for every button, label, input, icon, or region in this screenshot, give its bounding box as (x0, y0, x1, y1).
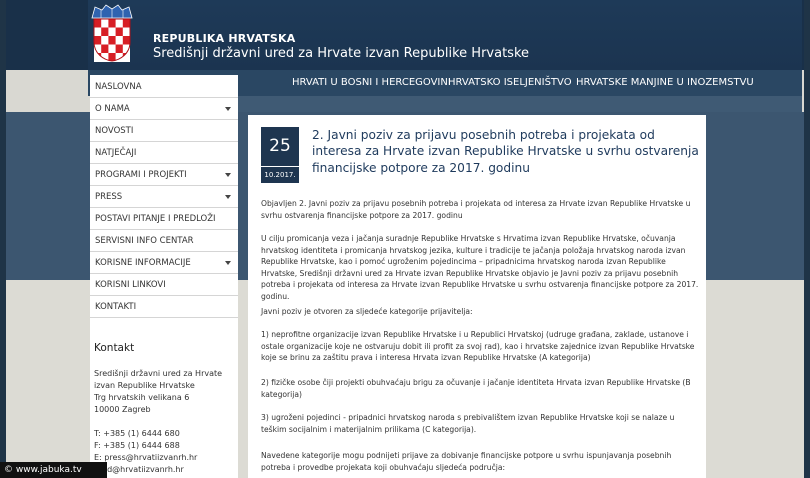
window-frame-right (804, 0, 810, 478)
caret-down-icon (225, 107, 231, 111)
sidebar-item-korisne-informacije[interactable]: KORISNE INFORMACIJE (90, 252, 238, 274)
contact-line: Trg hrvatskih velikana 6 (94, 393, 190, 402)
caret-down-icon (225, 173, 231, 177)
article-paragraph: U cilju promicanja veza i jačanja suradn… (261, 234, 699, 301)
date-day: 25 (261, 127, 299, 166)
sidebar-item-label: SERVISNI INFO CENTAR (95, 236, 194, 246)
site-title: REPUBLIKA HRVATSKA (153, 32, 296, 45)
date-month-year: 10.2017. (261, 167, 299, 183)
article-paragraph: Javni poziv je otvoren za sljedeće kateg… (261, 307, 473, 316)
sidebar-item-programi[interactable]: PROGRAMI I PROJEKTI (90, 164, 238, 186)
sidebar-item-press[interactable]: PRESS (90, 186, 238, 208)
article-paragraph: 2) fizičke osobe čiji projekti obuhvaćaj… (261, 378, 691, 399)
sidebar-item-label: PRESS (95, 192, 123, 202)
checkerboard-shield-icon (93, 18, 131, 62)
nav-item-iseljenistvo[interactable]: HRVATSKO ISELJENIŠTVO (448, 77, 572, 88)
contact-phone: T: +385 (1) 6444 680 (94, 429, 180, 438)
sidebar-item-label: POSTAVI PITANJE I PREDLOŽI (95, 214, 216, 224)
sidebar-item-label: NOVOSTI (95, 126, 134, 136)
sidebar-item-servisni-info[interactable]: SERVISNI INFO CENTAR (90, 230, 238, 252)
croatian-coat-of-arms-logo[interactable] (90, 4, 134, 62)
contact-line: Središnji državni ured za Hrvate (94, 369, 223, 378)
sidebar-item-label: O NAMA (95, 104, 130, 114)
sidebar-item-label: KONTAKTI (95, 302, 137, 312)
sidebar-menu: NASLOVNA O NAMA NOVOSTI NATJEČAJI PROGRA… (90, 75, 238, 478)
sidebar-item-postavi-pitanje[interactable]: POSTAVI PITANJE I PREDLOŽI (90, 208, 238, 230)
window-frame-left (0, 0, 6, 478)
sidebar-item-o-nama[interactable]: O NAMA (90, 98, 238, 120)
sidebar-item-naslovna[interactable]: NASLOVNA (90, 76, 238, 98)
article-paragraph: 3) ugroženi pojedinci - pripadnici hrvat… (261, 413, 675, 434)
article-paragraph: 1) neprofitne organizacije izvan Republi… (261, 330, 695, 363)
caret-down-icon (225, 195, 231, 199)
sidebar-item-kontakti[interactable]: KONTAKTI (90, 296, 238, 318)
nav-item-bih[interactable]: HRVATI U BOSNI I HERCEGOVINI (292, 77, 451, 88)
sidebar-item-label: NATJEČAJI (95, 148, 137, 158)
sidebar-item-natjecaji[interactable]: NATJEČAJI (90, 142, 238, 164)
sidebar-item-novosti[interactable]: NOVOSTI (90, 120, 238, 142)
sidebar-item-korisni-linkovi[interactable]: KORISNI LINKOVI (90, 274, 238, 296)
contact-heading: Kontakt (94, 342, 135, 354)
crown-icon (91, 4, 133, 19)
sidebar-item-label: KORISNE INFORMACIJE (95, 258, 191, 268)
sidebar-item-label: KORISNI LINKOVI (95, 280, 166, 290)
article-title: 2. Javni poziv za prijavu posebnih potre… (312, 128, 699, 175)
date-badge: 25 10.2017. (261, 127, 299, 183)
article-paragraph: Navedene kategorije mogu podnijeti prija… (261, 451, 672, 472)
contact-line: izvan Republike Hrvatske (94, 381, 195, 390)
nav-item-manjine[interactable]: HRVATSKE MANJINE U INOZEMSTVU (576, 77, 754, 88)
contact-fax: F: +385 (1) 6444 688 (94, 441, 180, 450)
sidebar-item-label: PROGRAMI I PROJEKTI (95, 170, 187, 180)
sidebar-item-label: NASLOVNA (95, 82, 142, 92)
contact-line: 10000 Zagreb (94, 405, 151, 414)
contact-email-ured[interactable]: ured@hrvatiizvanrh.hr (94, 465, 184, 474)
site-subtitle[interactable]: Središnji državni ured za Hrvate izvan R… (153, 46, 529, 61)
contact-email-press[interactable]: E: press@hrvatiizvanrh.hr (94, 453, 197, 462)
caret-down-icon (225, 261, 231, 265)
watermark: © www.jabuka.tv (0, 462, 107, 478)
nav-underbar (238, 96, 802, 112)
article-paragraph: Objavljen 2. Javni poziv za prijavu pose… (261, 199, 691, 220)
